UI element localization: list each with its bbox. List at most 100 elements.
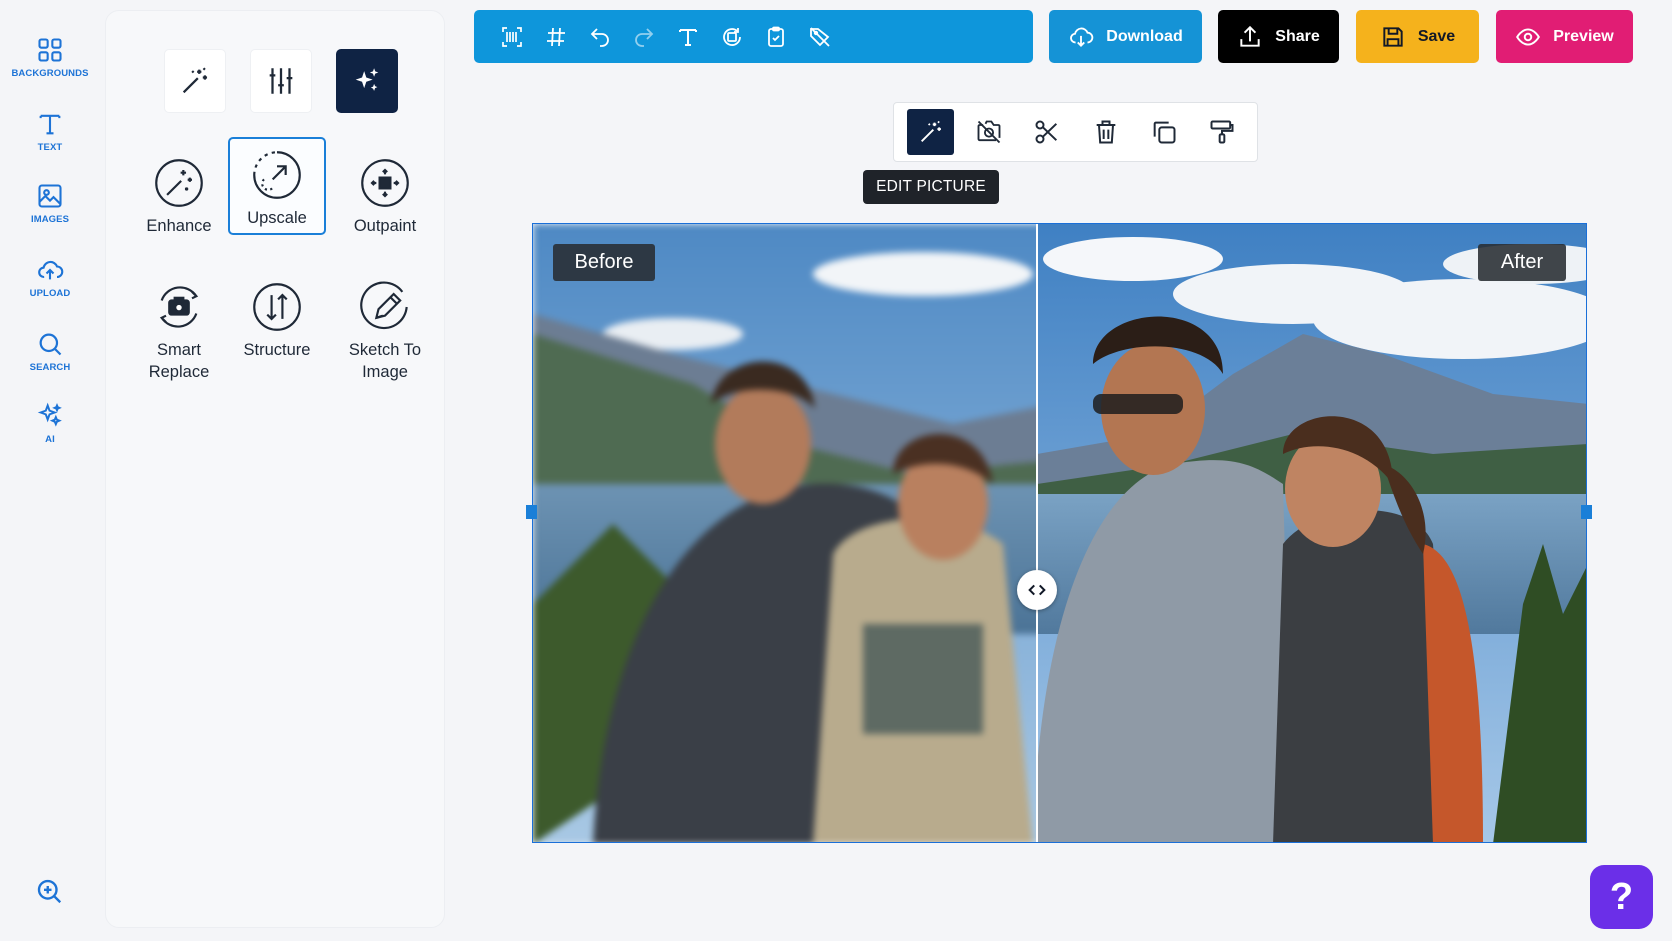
undo-button[interactable] [578,17,622,57]
floppy-disk-icon [1383,26,1403,47]
rail-label: TEXT [37,142,63,153]
qr-code-button[interactable] [490,17,534,57]
undo-icon [590,27,609,47]
after-label: After [1478,244,1566,281]
paint-style-button[interactable] [1199,109,1246,155]
mode-magic-wand-button[interactable] [164,49,226,113]
top-toolbar [474,10,1033,63]
download-button[interactable]: Download [1049,10,1202,63]
enhance-icon [155,159,203,207]
resize-handle-left[interactable] [526,505,537,519]
ai-sparkles-icon [37,402,62,427]
resize-handle-right[interactable] [1581,505,1592,519]
text-icon [679,28,697,46]
tool-label: Enhance [146,217,212,235]
cloud-upload-icon [38,260,64,280]
duplicate-button[interactable] [1140,109,1187,155]
ai-tools-panel: Enhance Upscale Outpaint Smart Replace S… [105,10,445,928]
rail-item-upload[interactable]: UPLOAD [4,256,96,299]
image-canvas[interactable]: Before After [532,223,1587,843]
before-label: Before [553,244,655,281]
share-icon [1240,25,1260,47]
download-label: Download [1106,27,1183,45]
cut-button[interactable] [1024,109,1071,155]
tool-sketch-to-image[interactable]: Sketch To Image [336,281,434,401]
compare-slider-handle[interactable] [1017,570,1057,610]
zoom-in-icon[interactable] [34,876,64,906]
magic-wand-icon [182,67,208,94]
rotate-button[interactable] [710,17,754,57]
tool-label: Upscale [247,209,307,227]
tool-label: Smart Replace [148,341,210,381]
clipboard-button[interactable] [754,17,798,57]
rail-label: UPLOAD [29,288,71,299]
upscale-icon [253,151,301,199]
no-tag-icon [810,26,830,47]
smart-replace-icon [159,286,199,328]
before-image [533,224,1037,842]
after-image [1037,224,1586,842]
qr-code-icon [502,26,522,47]
save-button[interactable]: Save [1356,10,1479,63]
mode-ai-button[interactable] [336,49,398,113]
paint-roller-icon [1210,120,1234,144]
tool-enhance[interactable]: Enhance [130,145,228,241]
remove-background-button[interactable] [965,109,1012,155]
sparkles-icon [355,68,379,91]
rail-label: SEARCH [29,362,71,373]
edit-picture-tooltip: EDIT PICTURE [863,170,999,204]
sketch-icon [360,281,408,330]
tool-label: Outpaint [353,217,417,235]
tool-outpaint[interactable]: Outpaint [336,145,434,241]
tool-label: Sketch To Image [348,341,422,381]
rail-item-search[interactable]: SEARCH [4,330,96,373]
photo-before [533,224,1037,842]
sliders-icon [269,68,293,94]
left-right-arrows-icon [1028,584,1046,596]
structure-icon [253,283,301,331]
grid-icon [38,38,62,62]
image-icon [38,184,62,208]
rail-item-text[interactable]: TEXT [4,110,96,153]
image-toolbar [893,102,1258,162]
tool-smart-replace[interactable]: Smart Replace [130,281,228,401]
scissors-icon [1035,120,1058,144]
rail-label: IMAGES [30,214,70,225]
mode-adjust-button[interactable] [250,49,312,113]
rail-item-backgrounds[interactable]: BACKGROUNDS [4,36,96,79]
rail-item-ai[interactable]: AI [4,402,96,445]
no-camera-icon [977,120,1001,144]
trash-icon [1096,120,1115,144]
no-tag-button[interactable] [798,17,842,57]
grid-button[interactable] [534,17,578,57]
share-label: Share [1275,27,1320,45]
rail-label: BACKGROUNDS [11,68,89,79]
cloud-download-icon [1070,27,1094,47]
rotate-icon [723,27,741,46]
redo-button[interactable] [622,17,666,57]
edit-picture-button[interactable] [907,109,955,155]
tool-label: Structure [243,341,311,359]
outpaint-icon [361,159,409,207]
tool-structure[interactable]: Structure [228,281,326,381]
clipboard-icon [768,26,784,47]
tool-upscale[interactable]: Upscale [228,137,326,235]
preview-label: Preview [1553,27,1614,45]
duplicate-icon [1153,121,1176,144]
rail-item-images[interactable]: IMAGES [4,182,96,225]
preview-button[interactable]: Preview [1496,10,1633,63]
compare-divider [1036,224,1038,842]
search-icon [39,333,62,356]
delete-button[interactable] [1082,109,1129,155]
text-icon [39,114,61,135]
photo-after [1037,224,1586,842]
add-text-button[interactable] [666,17,710,57]
share-button[interactable]: Share [1218,10,1339,63]
grid-hash-icon [547,27,565,46]
save-label: Save [1417,27,1456,45]
magic-wand-icon [920,120,941,142]
left-rail: BACKGROUNDS TEXT IMAGES UPLOAD SEARCH AI [0,0,100,941]
redo-icon [635,27,654,47]
eye-icon [1516,27,1541,46]
help-button[interactable]: ? [1590,865,1653,929]
